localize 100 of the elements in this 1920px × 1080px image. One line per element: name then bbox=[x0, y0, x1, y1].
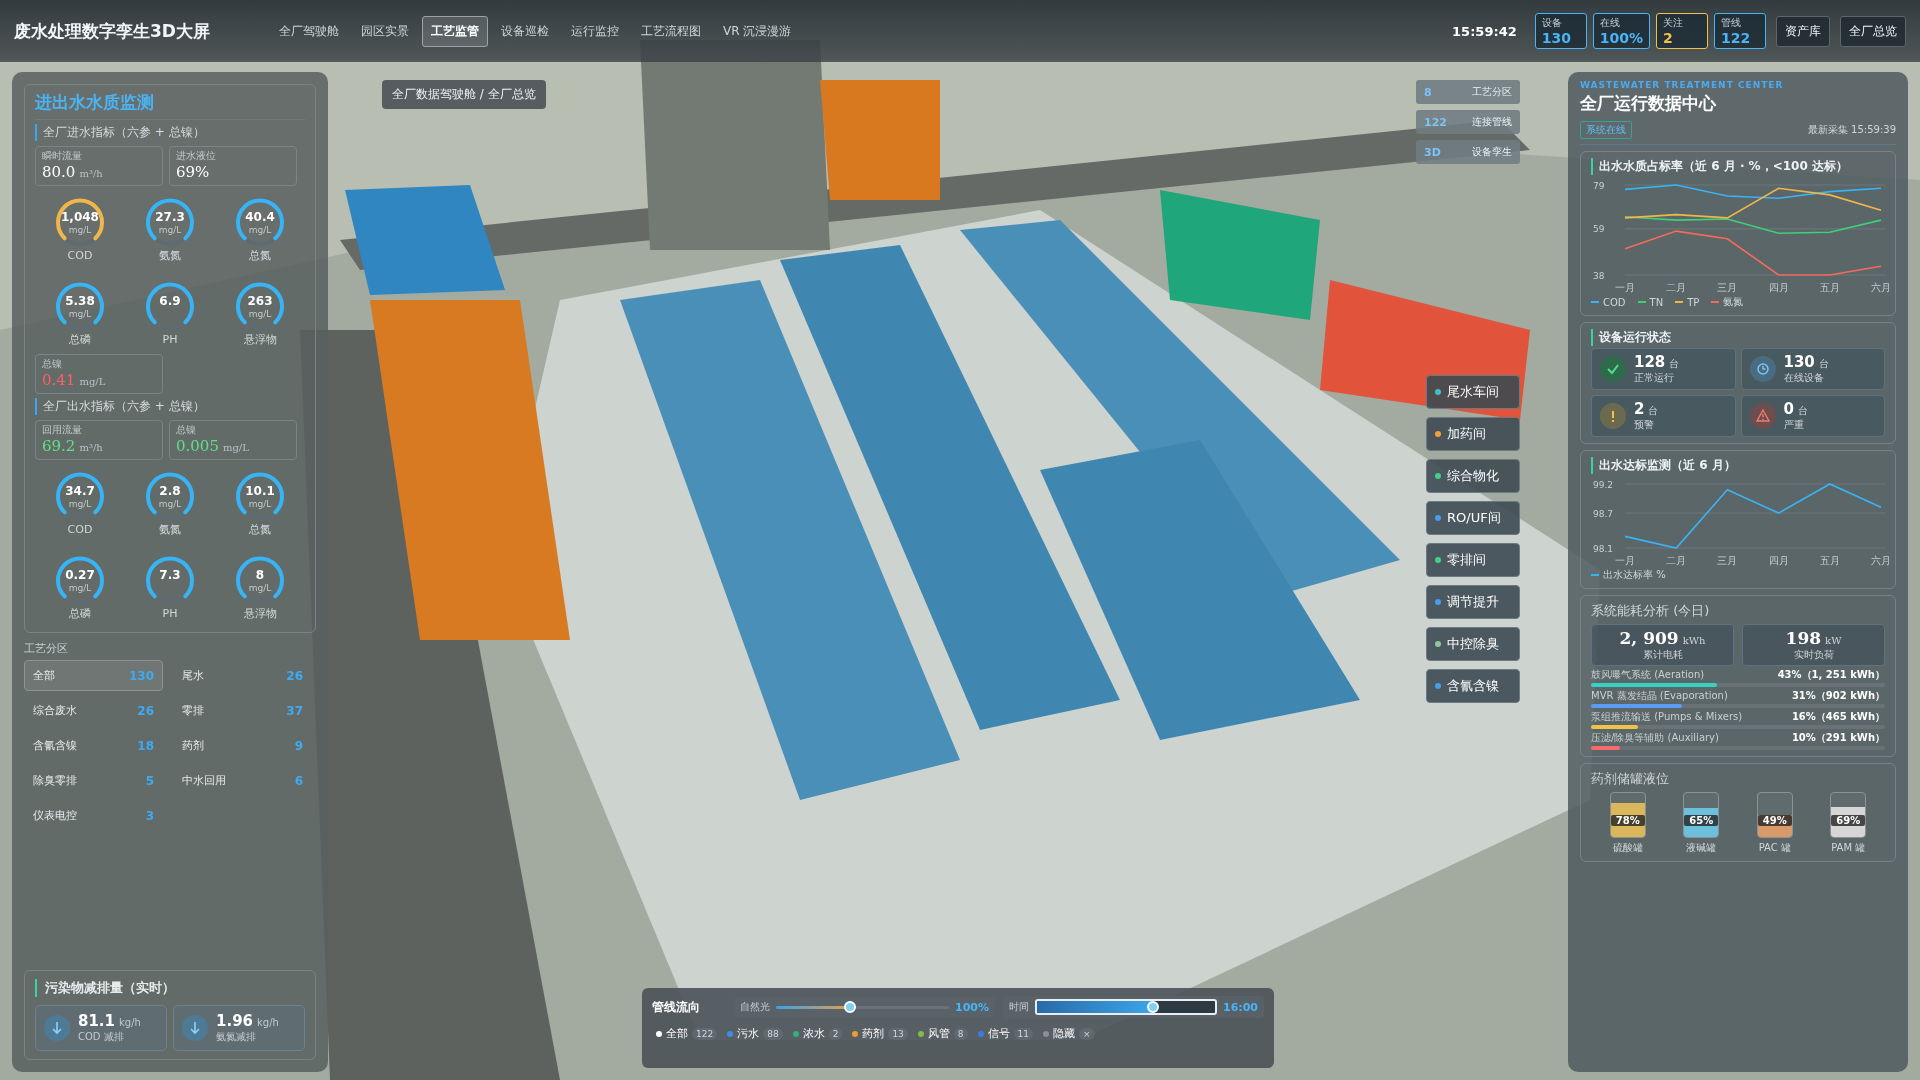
section-heading: 全厂进水指标（六参 + 总镍） bbox=[35, 124, 305, 141]
header-button[interactable]: 全厂总览 bbox=[1840, 15, 1906, 47]
nav-tab[interactable]: VR 沉浸漫游 bbox=[713, 15, 801, 47]
zone-item[interactable]: 零排 37 bbox=[173, 695, 312, 727]
status-label: 在线设备 bbox=[1783, 371, 1825, 385]
gauge-value: 263 bbox=[246, 294, 274, 309]
reduction-label: 氨氮减排 bbox=[216, 1030, 257, 1044]
area-button[interactable]: RO/UF间 bbox=[1426, 501, 1520, 535]
app-title: 废水处理数字孪生3D大屏 bbox=[14, 19, 210, 43]
nav-tab[interactable]: 设备巡检 bbox=[491, 15, 558, 47]
gauge-label: PH bbox=[162, 334, 178, 347]
legend-filter[interactable]: 浓水 2 bbox=[792, 1026, 843, 1041]
slider-reading: 100% bbox=[955, 1000, 989, 1014]
area-button[interactable]: 含氰含镍 bbox=[1426, 669, 1520, 703]
nav-tab[interactable]: 运行监控 bbox=[561, 15, 628, 47]
slider-track[interactable] bbox=[1035, 999, 1217, 1015]
gauge-unit: mg/L bbox=[247, 499, 273, 510]
exclamation-icon bbox=[1600, 403, 1626, 429]
breadcrumb: 全厂数据驾驶舱 / 全厂总览 bbox=[382, 80, 546, 109]
axis-label: 六月 bbox=[1871, 555, 1891, 566]
tick-label: 98.7 bbox=[1593, 508, 1614, 519]
gauge-label: 总磷 bbox=[69, 334, 91, 347]
area-button[interactable]: 调节提升 bbox=[1426, 585, 1520, 619]
legend-filter[interactable]: 药剂 13 bbox=[852, 1026, 908, 1041]
metric-value: 0.005 bbox=[176, 437, 219, 456]
nav-tab[interactable]: 园区实景 bbox=[351, 15, 418, 47]
reduction-unit: kg/h bbox=[257, 1017, 279, 1028]
area-button[interactable]: 尾水车间 bbox=[1426, 375, 1520, 409]
panel-subtitle: WASTEWATER TREATMENT CENTER bbox=[1580, 80, 1785, 90]
metric-value: 69% bbox=[176, 163, 210, 181]
stat-tile: 关注 2 bbox=[1656, 13, 1708, 49]
zone-item[interactable]: 药剂 9 bbox=[173, 730, 312, 762]
status-label: 正常运行 bbox=[1634, 371, 1675, 385]
metric-value: 0.41 bbox=[42, 371, 76, 390]
panel-title: 进出水水质监测 bbox=[35, 91, 305, 120]
nav-tab[interactable]: 全厂驾驶舱 bbox=[269, 15, 348, 47]
gauge-label: COD bbox=[67, 250, 93, 263]
summary-chip: 3D 设备孪生 bbox=[1416, 140, 1520, 164]
gauge-value: 6.9 bbox=[158, 294, 182, 309]
slider-thumb[interactable] bbox=[844, 1001, 857, 1013]
tank-reading: 65% bbox=[1684, 815, 1719, 826]
section-heading: 设备运行状态 bbox=[1591, 329, 1885, 346]
legend-filter[interactable]: 信号 11 bbox=[977, 1026, 1033, 1041]
status-label: 严重 bbox=[1783, 418, 1805, 432]
gauge-label: 悬浮物 bbox=[243, 334, 277, 347]
legend-filter[interactable]: 污水 88 bbox=[727, 1026, 783, 1041]
area-button[interactable]: 零排间 bbox=[1426, 543, 1520, 577]
metric-label: 瞬时流量 bbox=[42, 149, 83, 163]
axis-label: 三月 bbox=[1717, 282, 1738, 293]
stat-tile: 在线 100% bbox=[1592, 13, 1650, 49]
stat-tile: 设备 130 bbox=[1534, 13, 1587, 49]
slider-label: 自然光 bbox=[740, 1000, 770, 1014]
section-heading: 出水水质占标率（近 6 月 · %，<100 达标） bbox=[1591, 158, 1885, 175]
energy-item-reading: 31%（902 kWh） bbox=[1791, 689, 1885, 703]
zone-item[interactable]: 尾水 26 bbox=[173, 660, 312, 692]
nav-tab[interactable]: 工艺监管 bbox=[421, 15, 488, 47]
gauge-label: 悬浮物 bbox=[243, 608, 277, 621]
zone-item[interactable]: 综合废水 26 bbox=[24, 695, 163, 727]
axis-label: 一月 bbox=[1615, 555, 1635, 566]
metric-unit: m³/h bbox=[79, 442, 103, 454]
gauge-value: 10.1 bbox=[244, 484, 276, 499]
area-button[interactable]: 中控除臭 bbox=[1426, 627, 1520, 661]
status-label: 预警 bbox=[1634, 418, 1655, 432]
legend-filter[interactable]: 隐藏 × bbox=[1043, 1026, 1095, 1041]
tank-label: PAM 罐 bbox=[1831, 841, 1866, 855]
gauge-unit: mg/L bbox=[67, 499, 93, 510]
legend-label: 氨氮 bbox=[1723, 295, 1744, 309]
legend-label: COD bbox=[1603, 296, 1626, 308]
gauge-label: 氨氮 bbox=[159, 524, 181, 537]
tick-label: 79 bbox=[1593, 180, 1605, 191]
gauge-value: 0.27 bbox=[64, 568, 96, 583]
summary-chip: 8 工艺分区 bbox=[1416, 80, 1520, 104]
section-label: 工艺分区 bbox=[24, 641, 68, 657]
legend-filter[interactable]: 全部 122 bbox=[656, 1026, 718, 1041]
gauge-label: PH bbox=[162, 608, 178, 621]
zone-item[interactable]: 中水回用 6 bbox=[173, 765, 312, 797]
header-button[interactable]: 资产库 bbox=[1776, 15, 1830, 47]
zone-item[interactable]: 全部 130 bbox=[24, 660, 163, 692]
axis-label: 五月 bbox=[1819, 282, 1840, 293]
energy-unit: kW bbox=[1825, 635, 1842, 646]
status-unit: 台 bbox=[1797, 404, 1808, 418]
nav-tab[interactable]: 工艺流程图 bbox=[631, 15, 710, 47]
legend-label: TP bbox=[1687, 296, 1700, 308]
area-button[interactable]: 加药间 bbox=[1426, 417, 1520, 451]
slider-label: 时间 bbox=[1009, 1000, 1029, 1014]
zone-item[interactable]: 除臭零排 5 bbox=[24, 765, 163, 797]
axis-label: 五月 bbox=[1819, 555, 1840, 566]
energy-item-label: MVR 蒸发结晶 (Evaporation) bbox=[1591, 689, 1728, 703]
metric-unit: mg/L bbox=[222, 442, 249, 454]
tick-label: 38 bbox=[1593, 270, 1605, 281]
gauge-value: 27.3 bbox=[154, 210, 186, 224]
zone-item[interactable]: 含氰含镍 18 bbox=[24, 730, 163, 762]
zone-item[interactable]: 仪表电控 3 bbox=[24, 800, 163, 832]
gauge-value: 8 bbox=[254, 568, 266, 583]
gauge-label: 总氮 bbox=[249, 250, 271, 263]
legend-filter[interactable]: 风管 8 bbox=[917, 1026, 968, 1041]
energy-item-reading: 10%（291 kWh） bbox=[1791, 731, 1885, 745]
tank-reading: 69% bbox=[1831, 815, 1866, 826]
update-time: 最新采集 15:59:39 bbox=[1807, 123, 1896, 137]
area-button[interactable]: 综合物化 bbox=[1426, 459, 1520, 493]
